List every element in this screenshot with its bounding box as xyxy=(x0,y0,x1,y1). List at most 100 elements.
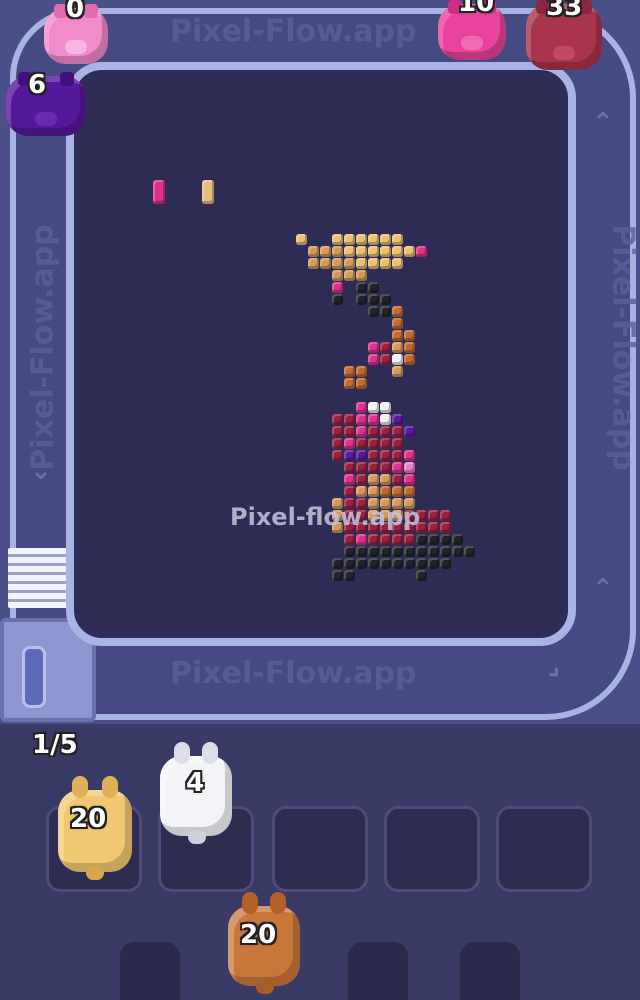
shooter-counter: 20 xyxy=(70,804,107,834)
pixel-block xyxy=(404,462,415,473)
pixel-block xyxy=(356,426,367,437)
pixel-block xyxy=(380,354,391,365)
white-shooter[interactable]: 4 xyxy=(160,742,232,844)
pixel-block xyxy=(404,426,415,437)
pixel-block xyxy=(392,414,403,425)
pixel-block xyxy=(356,546,367,557)
pixel-block xyxy=(392,330,403,341)
conveyor-chevron-icon: ⌃ xyxy=(592,108,614,138)
pixel-block xyxy=(368,294,379,305)
track-watermark-top: Pixel-Flow.app xyxy=(170,14,417,49)
pixel-block xyxy=(380,306,391,317)
bunny-ear xyxy=(242,892,258,914)
pixel-block xyxy=(356,258,367,269)
holding-slot-4[interactable] xyxy=(384,806,480,892)
pixel-block xyxy=(332,414,343,425)
pixel-block xyxy=(332,294,343,305)
pixel-block xyxy=(368,534,379,545)
maroon-pig-top-right[interactable]: 33 xyxy=(526,0,602,70)
pink-pig-top-left[interactable]: 0 xyxy=(44,0,108,64)
pixel-block xyxy=(440,510,451,521)
holding-slot-5[interactable] xyxy=(496,806,592,892)
pixel-block xyxy=(344,474,355,485)
pixel-block xyxy=(356,486,367,497)
pixel-block xyxy=(368,450,379,461)
conveyor-chevron-icon: ⌟ xyxy=(548,650,561,680)
pixel-block xyxy=(392,354,403,365)
pixel-block xyxy=(368,258,379,269)
magenta-pig-top[interactable]: 10 xyxy=(438,0,506,60)
pixel-block xyxy=(356,246,367,257)
pixel-block xyxy=(344,414,355,425)
pig-snout xyxy=(65,40,87,54)
pixel-block xyxy=(368,402,379,413)
gold-shooter[interactable]: 20 xyxy=(58,776,132,880)
holding-slot-3[interactable] xyxy=(272,806,368,892)
pixel-block xyxy=(332,438,343,449)
pixel-block xyxy=(380,246,391,257)
pixel-block xyxy=(392,426,403,437)
pixel-block xyxy=(416,534,427,545)
pixel-block xyxy=(356,366,367,377)
pixel-block xyxy=(308,258,319,269)
pig-counter: 33 xyxy=(546,0,583,22)
pixel-block xyxy=(380,450,391,461)
pixel-block xyxy=(368,462,379,473)
pixel-block xyxy=(344,546,355,557)
bunny-tail xyxy=(188,830,206,844)
pixel-block xyxy=(356,414,367,425)
shooter-counter: 4 xyxy=(186,768,205,798)
bunny-tail xyxy=(256,980,274,994)
pixel-block xyxy=(344,462,355,473)
pixel-block xyxy=(332,234,343,245)
bunny-ear xyxy=(202,742,218,764)
pixel-block xyxy=(344,258,355,269)
pixel-block xyxy=(344,486,355,497)
pixel-block xyxy=(392,486,403,497)
pixel-block xyxy=(320,258,331,269)
pixel-block xyxy=(356,282,367,293)
pixel-block xyxy=(404,354,415,365)
pixel-block xyxy=(356,270,367,281)
pixel-block xyxy=(344,246,355,257)
pixel-block xyxy=(344,366,355,377)
pixel-block xyxy=(356,474,367,485)
pixel-block xyxy=(332,270,343,281)
pixel-block xyxy=(392,438,403,449)
pixel-block xyxy=(380,474,391,485)
conveyor-chevron-icon: ⌃ xyxy=(592,574,614,604)
pixel-block xyxy=(380,342,391,353)
shot-progress: 1/5 xyxy=(32,730,78,760)
pixel-block xyxy=(368,426,379,437)
track-watermark-left: Pixel-Flow.app xyxy=(25,224,61,471)
queue-slot xyxy=(348,942,408,1000)
pixel-block xyxy=(380,414,391,425)
pixel-block xyxy=(344,426,355,437)
pixel-block xyxy=(380,486,391,497)
queue-slot xyxy=(120,942,180,1000)
pixel-block xyxy=(440,558,451,569)
pixel-block xyxy=(404,450,415,461)
pixel-block xyxy=(380,558,391,569)
pixel-block xyxy=(356,438,367,449)
pixel-block xyxy=(368,558,379,569)
brown-shooter-queued[interactable]: 20 xyxy=(228,892,300,994)
pixel-block xyxy=(404,330,415,341)
pixel-block xyxy=(356,294,367,305)
pixel-block xyxy=(452,534,463,545)
pixel-block xyxy=(368,246,379,257)
pixel-block xyxy=(452,546,463,557)
purple-pig-left[interactable]: 6 xyxy=(6,70,86,136)
pixel-block xyxy=(440,534,451,545)
pixel-block xyxy=(428,534,439,545)
pixel-block xyxy=(380,438,391,449)
pixel-block xyxy=(440,522,451,533)
pixel-block xyxy=(332,246,343,257)
pig-snout xyxy=(553,46,575,60)
pixel-block xyxy=(404,534,415,545)
pixel-block xyxy=(308,246,319,257)
pixel-block xyxy=(404,246,415,257)
pixel-block xyxy=(392,366,403,377)
pixel-block xyxy=(332,282,343,293)
pixel-block xyxy=(392,246,403,257)
